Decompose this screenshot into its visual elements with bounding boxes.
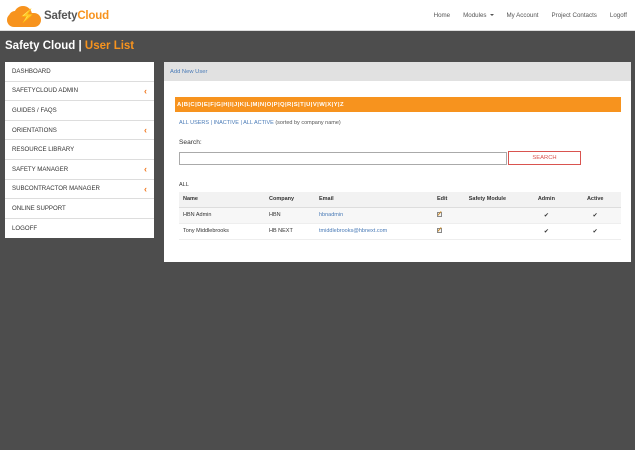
page-title: Safety Cloud | User List [5, 40, 134, 52]
brand-name: SafetyCloud [44, 9, 109, 22]
sidebar-item-label: SAFETY MANAGER [12, 165, 69, 173]
safety-module-cell [451, 223, 524, 240]
col-safety-module-header: Safety Module [451, 192, 524, 208]
col-active-header: Active [569, 192, 621, 208]
sidebar-item-online-support[interactable]: ONLINE SUPPORT [5, 199, 154, 219]
nav-home-link[interactable]: Home [434, 12, 451, 19]
add-new-user-link[interactable]: Add New User [170, 69, 207, 75]
current-filter-label: ALL [179, 182, 189, 188]
letter-filter-b[interactable]: B [184, 102, 188, 108]
active-check-icon: ✔ [569, 223, 621, 240]
chevron-left-icon: ‹ [144, 164, 147, 175]
user-company-cell: HB NEXT [265, 223, 315, 240]
active-check-icon: ✔ [569, 207, 621, 224]
chevron-left-icon: ‹ [144, 125, 147, 136]
table-row: Tony Middlebrooks HB NEXT tmiddlebrooks@… [179, 223, 621, 240]
search-label: Search: [179, 139, 202, 146]
sidebar-item-resource-library[interactable]: RESOURCE LIBRARY [5, 140, 154, 160]
nav-logoff-link[interactable]: Logoff [610, 12, 627, 19]
sidebar-item-safetycloud-admin[interactable]: SAFETYCLOUD ADMIN ‹ [5, 82, 154, 102]
table-header-row: Name Company Email Edit Safety Module Ad… [179, 192, 621, 208]
page-title-sub: User List [84, 40, 135, 52]
sidebar-item-orientations[interactable]: ORIENTATIONS ‹ [5, 121, 154, 141]
col-email-header[interactable]: Email [315, 192, 433, 208]
letter-filter-d[interactable]: D [197, 102, 201, 108]
search-button[interactable]: SEARCH [508, 151, 581, 165]
filter-separator: | [210, 120, 213, 126]
letter-filter-o[interactable]: O [267, 102, 272, 108]
user-status-filters: ALL USERS | INACTIVE | ALL ACTIVE (sorte… [179, 120, 341, 126]
user-company-cell: HBN [265, 207, 315, 224]
user-list-panel: Add New User A | B | C | D | E | F | G | H | I | J | K | L | M | N… [164, 62, 631, 262]
letter-filter-h[interactable]: H [223, 102, 227, 108]
top-navbar: ⚡ SafetyCloud Home Modules My Account Pr… [0, 0, 635, 31]
sidebar-item-label: RESOURCE LIBRARY [12, 146, 75, 154]
sidebar-item-logoff[interactable]: LOGOFF [5, 219, 154, 239]
letter-filter-z[interactable]: Z [340, 102, 344, 108]
edit-cell [433, 223, 452, 240]
letter-filter-q[interactable]: Q [280, 102, 285, 108]
edit-icon[interactable] [437, 211, 443, 217]
search-input[interactable] [179, 152, 507, 165]
filter-inactive-link[interactable]: INACTIVE [214, 120, 239, 126]
user-email-link[interactable]: tmiddlebrooks@hbnext.com [315, 223, 433, 240]
letter-filter-r[interactable]: R [287, 102, 291, 108]
letter-filter-c[interactable]: C [190, 102, 194, 108]
user-name-cell: HBN Admin [179, 207, 265, 224]
sidebar-item-guides-faqs[interactable]: GUIDES / FAQS [5, 101, 154, 121]
col-company-header[interactable]: Company [265, 192, 315, 208]
cloud-logo-icon: ⚡ [5, 4, 43, 28]
nav-modules-dropdown[interactable]: Modules [463, 12, 494, 19]
sidebar-item-label: ORIENTATIONS [12, 126, 57, 134]
sidebar-item-subcontractor-manager[interactable]: SUBCONTRACTOR MANAGER ‹ [5, 180, 154, 200]
panel-header: Add New User [164, 62, 631, 81]
nav-project-contacts-link[interactable]: Project Contacts [552, 12, 597, 19]
table-row: HBN Admin HBN hbnadmin ✔ ✔ [179, 207, 621, 224]
admin-check-icon: ✔ [523, 207, 570, 224]
sidebar-item-label: GUIDES / FAQS [12, 106, 57, 114]
sidebar-item-dashboard[interactable]: DASHBOARD [5, 62, 154, 82]
top-nav-menu: Home Modules My Account Project Contacts… [421, 0, 627, 31]
caret-down-icon [489, 14, 494, 17]
letter-filter-u[interactable]: U [306, 102, 310, 108]
page-title-main: Safety Cloud [5, 40, 76, 52]
filter-all-active-link[interactable]: ALL ACTIVE [243, 120, 274, 126]
sidebar-item-label: SUBCONTRACTOR MANAGER [12, 185, 100, 193]
sidebar-item-label: ONLINE SUPPORT [12, 204, 66, 212]
sidebar-item-label: DASHBOARD [12, 67, 51, 75]
col-admin-header: Admin [523, 192, 570, 208]
letter-filter-w[interactable]: W [319, 102, 325, 108]
edit-icon[interactable] [437, 227, 443, 233]
safety-module-cell [451, 207, 524, 224]
edit-cell [433, 207, 452, 224]
user-name-cell: Tony Middlebrooks [179, 223, 265, 240]
alphabet-filter-bar: A | B | C | D | E | F | G | H | I | J | K | L | M | N | O | P | Q | R | S | T |… [175, 97, 621, 112]
sidebar-item-label: LOGOFF [12, 225, 38, 233]
admin-check-icon: ✔ [523, 223, 570, 240]
col-edit-header: Edit [433, 192, 452, 208]
letter-filter-m[interactable]: M [253, 102, 258, 108]
chevron-left-icon: ‹ [144, 85, 147, 96]
filter-all-users-link[interactable]: ALL USERS [179, 120, 209, 126]
sidebar-item-safety-manager[interactable]: SAFETY MANAGER ‹ [5, 160, 154, 180]
chevron-left-icon: ‹ [144, 183, 147, 194]
col-name-header[interactable]: Name [179, 192, 265, 208]
user-email-link[interactable]: hbnadmin [315, 207, 433, 224]
sidebar: DASHBOARD SAFETYCLOUD ADMIN ‹ GUIDES / FA… [5, 62, 154, 239]
sidebar-item-label: SAFETYCLOUD ADMIN [12, 87, 79, 95]
brand-logo[interactable]: ⚡ SafetyCloud [5, 3, 109, 28]
letter-filter-k[interactable]: K [240, 102, 244, 108]
letter-filter-n[interactable]: N [260, 102, 264, 108]
sort-note: (sorted by company name) [275, 120, 341, 126]
letter-filter-a[interactable]: A [177, 102, 181, 108]
user-table: Name Company Email Edit Safety Module Ad… [179, 192, 621, 240]
nav-modules-label: Modules [463, 12, 487, 19]
letter-filter-g[interactable]: G [216, 102, 221, 108]
page-title-separator: | [78, 40, 82, 52]
filter-separator: | [240, 120, 242, 126]
nav-my-account-link[interactable]: My Account [507, 12, 539, 19]
